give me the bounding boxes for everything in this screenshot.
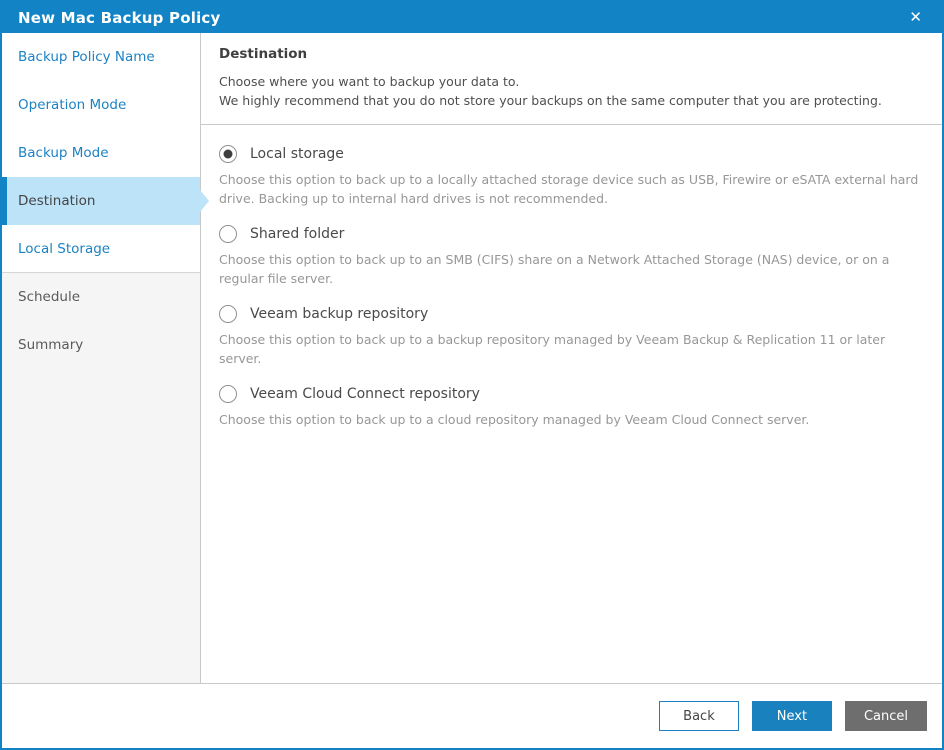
radio-veeam-backup-repository[interactable]: Veeam backup repository (219, 305, 924, 323)
next-button[interactable]: Next (751, 701, 832, 731)
destination-options: Local storage Choose this option to back… (201, 125, 942, 446)
page-description-line1: Choose where you want to backup your dat… (219, 74, 520, 89)
close-icon[interactable]: ✕ (903, 8, 928, 27)
option-description: Choose this option to back up to a cloud… (219, 412, 810, 427)
radio-label: Veeam backup repository (250, 306, 429, 322)
option-description: Choose this option to back up to a local… (219, 172, 919, 206)
window-title: New Mac Backup Policy (18, 8, 221, 27)
sidebar-item-local-storage[interactable]: Local Storage (2, 225, 200, 273)
sidebar-item-label: Local Storage (18, 240, 111, 257)
option-veeam-cloud-connect-repository: Veeam Cloud Connect repository Choose th… (219, 385, 924, 429)
radio-button-icon[interactable] (219, 145, 237, 163)
radio-label: Local storage (250, 146, 344, 162)
page-description: Choose where you want to backup your dat… (219, 72, 924, 110)
sidebar-item-destination[interactable]: Destination (2, 177, 200, 225)
sidebar-item-backup-policy-name[interactable]: Backup Policy Name (2, 33, 200, 81)
content-pane: Destination Choose where you want to bac… (201, 33, 942, 683)
radio-label: Veeam Cloud Connect repository (250, 386, 480, 402)
page-title: Destination (219, 46, 308, 62)
radio-label: Shared folder (250, 226, 345, 242)
radio-button-icon[interactable] (219, 385, 237, 403)
page-description-line2: We highly recommend that you do not stor… (219, 93, 882, 108)
dialog-body: Backup Policy Name Operation Mode Backup… (2, 33, 942, 684)
option-description: Choose this option to back up to an SMB … (219, 252, 890, 286)
sidebar-item-label: Summary (18, 337, 84, 353)
cancel-button[interactable]: Cancel (844, 701, 927, 731)
sidebar-item-operation-mode[interactable]: Operation Mode (2, 81, 200, 129)
radio-veeam-cloud-connect-repository[interactable]: Veeam Cloud Connect repository (219, 385, 924, 403)
content-header: Destination Choose where you want to bac… (201, 33, 942, 125)
radio-button-icon[interactable] (219, 225, 237, 243)
new-mac-backup-policy-dialog: New Mac Backup Policy ✕ Backup Policy Na… (0, 0, 944, 750)
radio-button-icon[interactable] (219, 305, 237, 323)
back-button[interactable]: Back (658, 701, 739, 731)
title-bar: New Mac Backup Policy ✕ (2, 2, 942, 33)
option-veeam-backup-repository: Veeam backup repository Choose this opti… (219, 305, 924, 368)
option-shared-folder: Shared folder Choose this option to back… (219, 225, 924, 288)
sidebar-item-label: Operation Mode (18, 97, 127, 113)
sidebar-item-label: Destination (18, 193, 96, 209)
sidebar-item-backup-mode[interactable]: Backup Mode (2, 129, 200, 177)
sidebar-item-schedule: Schedule (2, 273, 200, 321)
option-description: Choose this option to back up to a backu… (219, 332, 886, 366)
radio-shared-folder[interactable]: Shared folder (219, 225, 924, 243)
sidebar-item-summary: Summary (2, 321, 200, 369)
option-local-storage: Local storage Choose this option to back… (219, 145, 924, 208)
sidebar-item-label: Backup Mode (18, 145, 109, 161)
radio-local-storage[interactable]: Local storage (219, 145, 924, 163)
footer-bar: Back Next Cancel (2, 684, 942, 748)
wizard-steps-sidebar: Backup Policy Name Operation Mode Backup… (2, 33, 201, 683)
sidebar-item-label: Schedule (18, 289, 81, 305)
sidebar-item-label: Backup Policy Name (18, 49, 155, 65)
